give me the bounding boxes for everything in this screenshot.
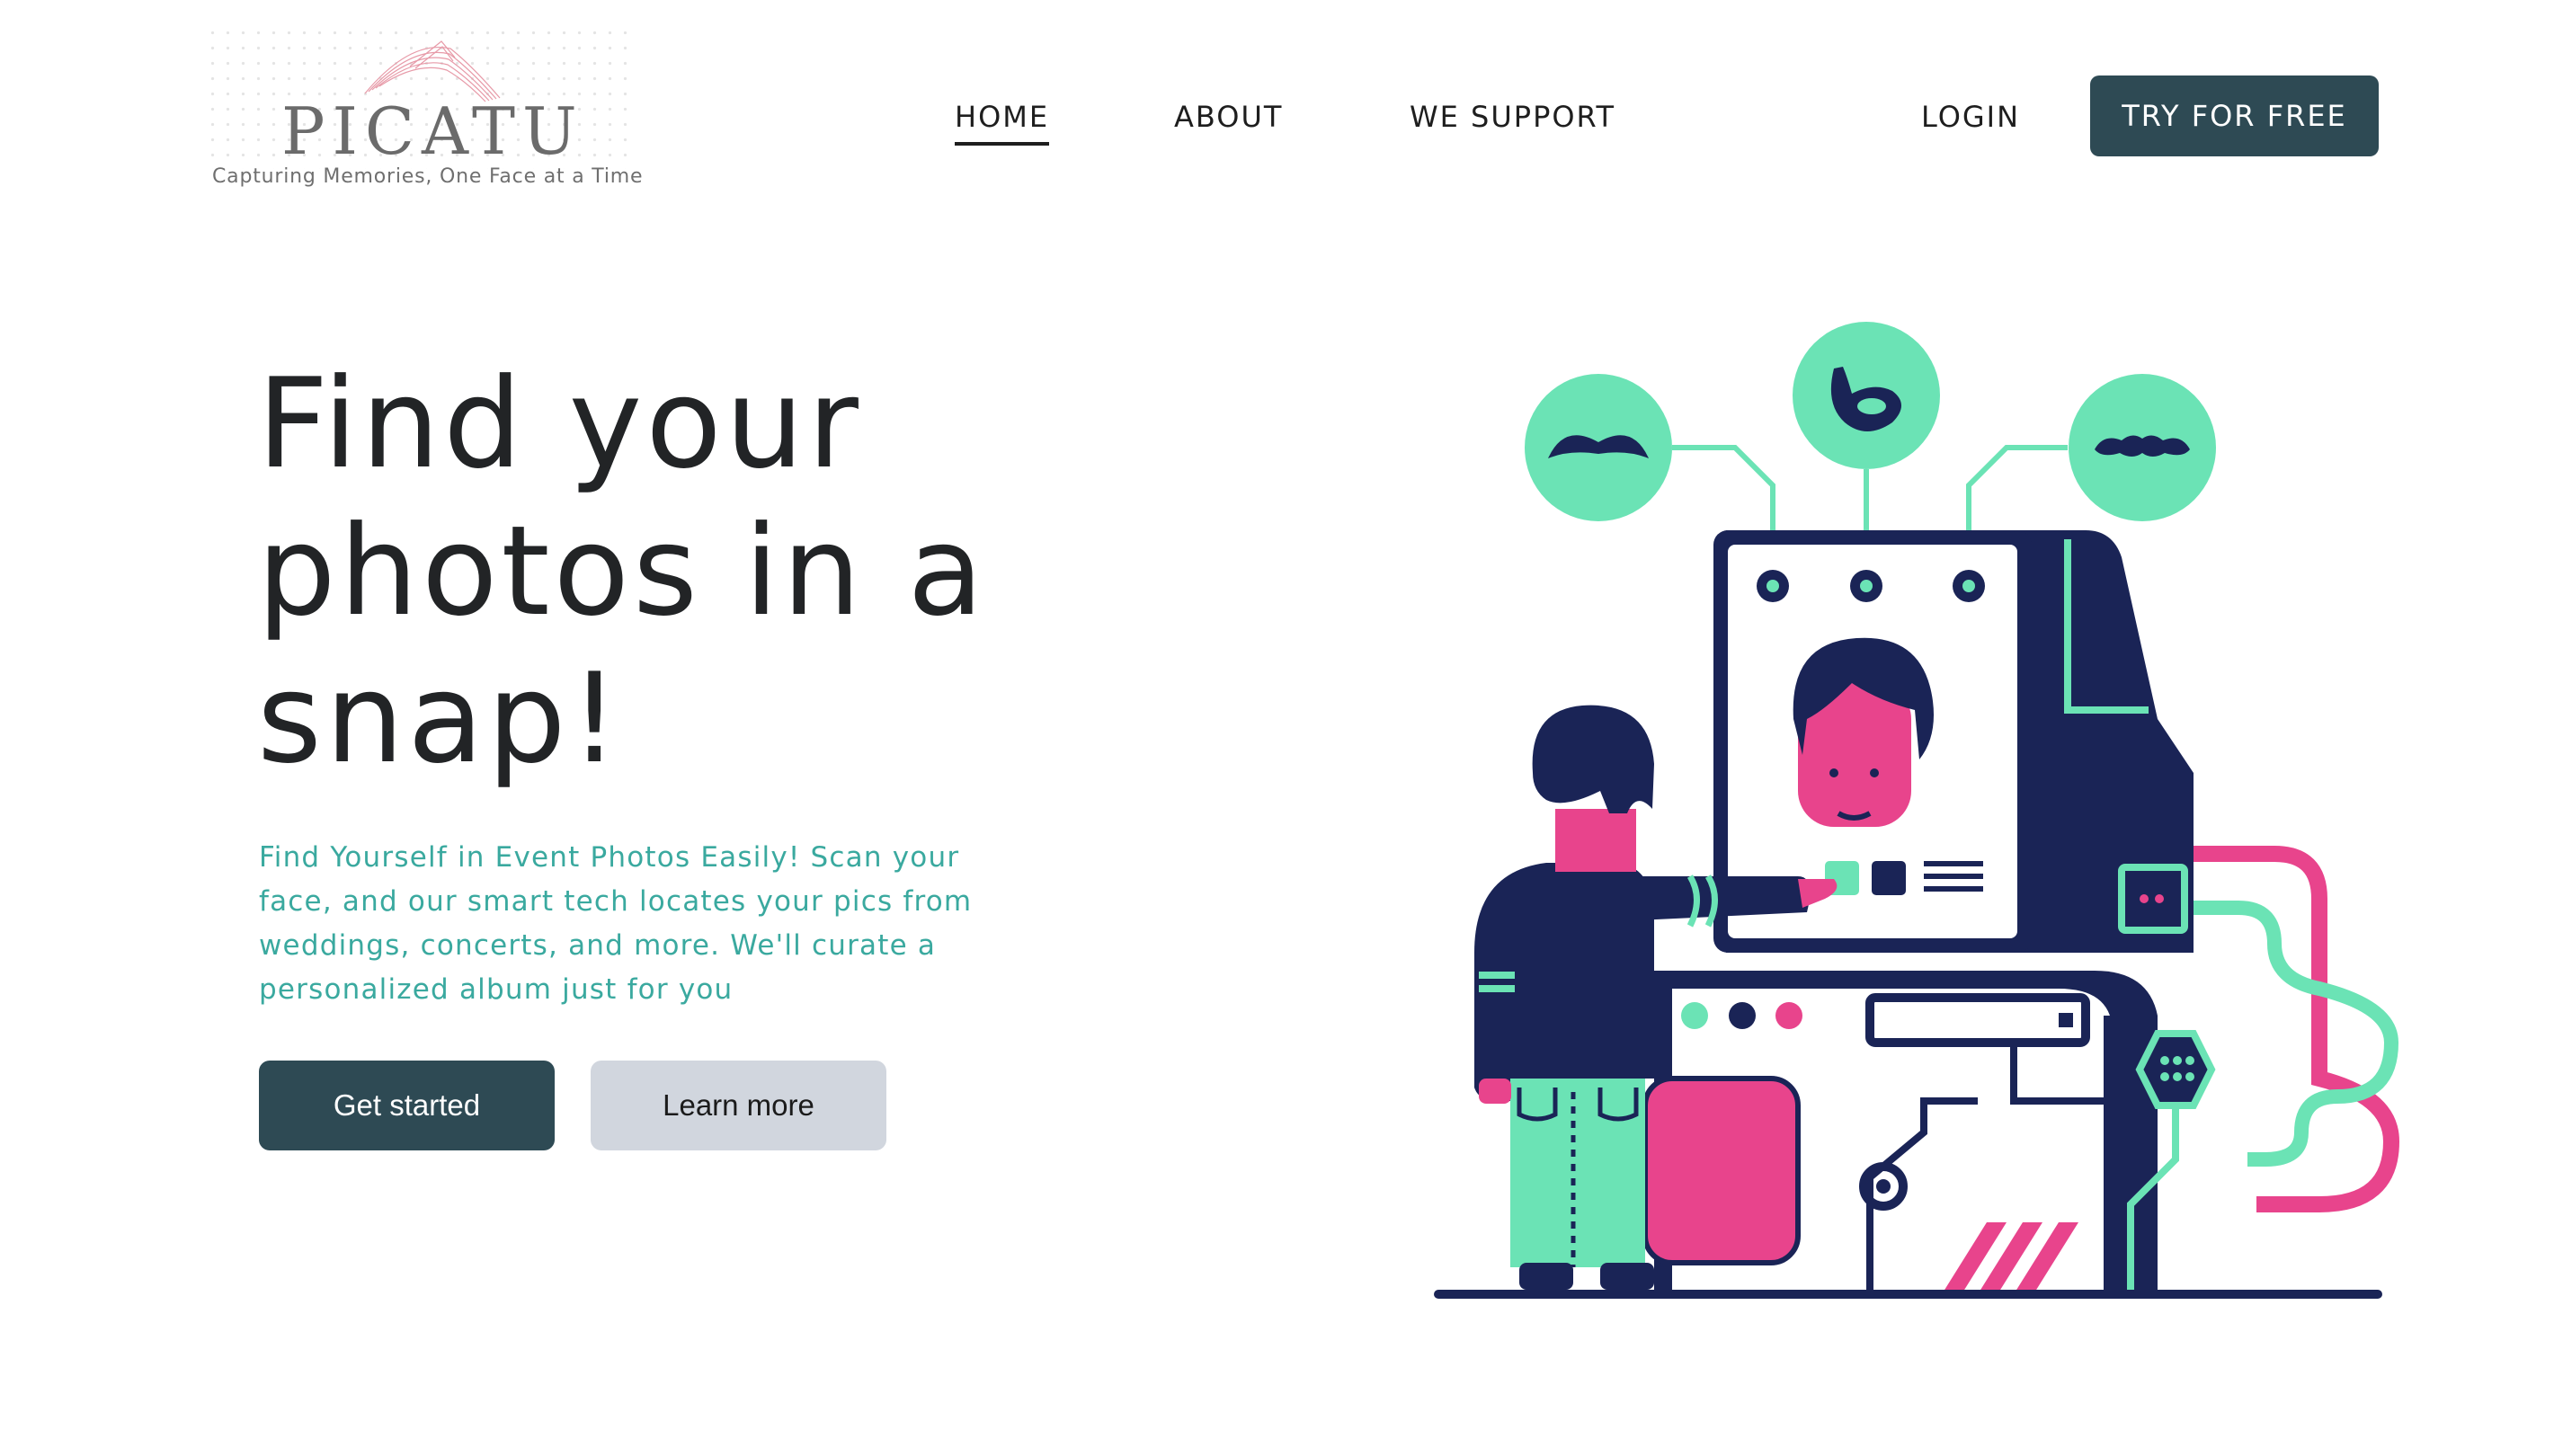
landing-page: PICATU Capturing Memories, One Face at a…: [0, 0, 2554, 1456]
get-started-button[interactable]: Get started: [259, 1061, 555, 1150]
hero-title-line-3: snap!: [257, 646, 623, 791]
face-scan-illustration: [1434, 322, 2400, 1299]
learn-more-button[interactable]: Learn more: [591, 1061, 886, 1150]
logo-wordmark: PICATU: [281, 93, 584, 169]
logo-tagline: Capturing Memories, One Face at a Time: [212, 165, 644, 188]
nav-about[interactable]: ABOUT: [1174, 97, 1283, 137]
nav-home[interactable]: HOME: [955, 97, 1050, 146]
hex-chip: [2135, 1030, 2216, 1109]
mint-cable: [2194, 901, 2399, 1167]
hero-title: Find your photos in a snap!: [257, 351, 1066, 793]
hero-title-line-1: Find your: [257, 351, 862, 496]
hero-subtitle: Find Yourself in Event Photos Easily! Sc…: [259, 841, 973, 1006]
nav-we-support[interactable]: WE SUPPORT: [1410, 97, 1615, 137]
hero-title-line-2: photos in a: [257, 499, 988, 644]
logo[interactable]: PICATU Capturing Memories, One Face at a…: [205, 25, 643, 196]
try-for-free-button[interactable]: TRY FOR FREE: [2090, 75, 2379, 156]
nav-login[interactable]: LOGIN: [1921, 97, 2020, 137]
